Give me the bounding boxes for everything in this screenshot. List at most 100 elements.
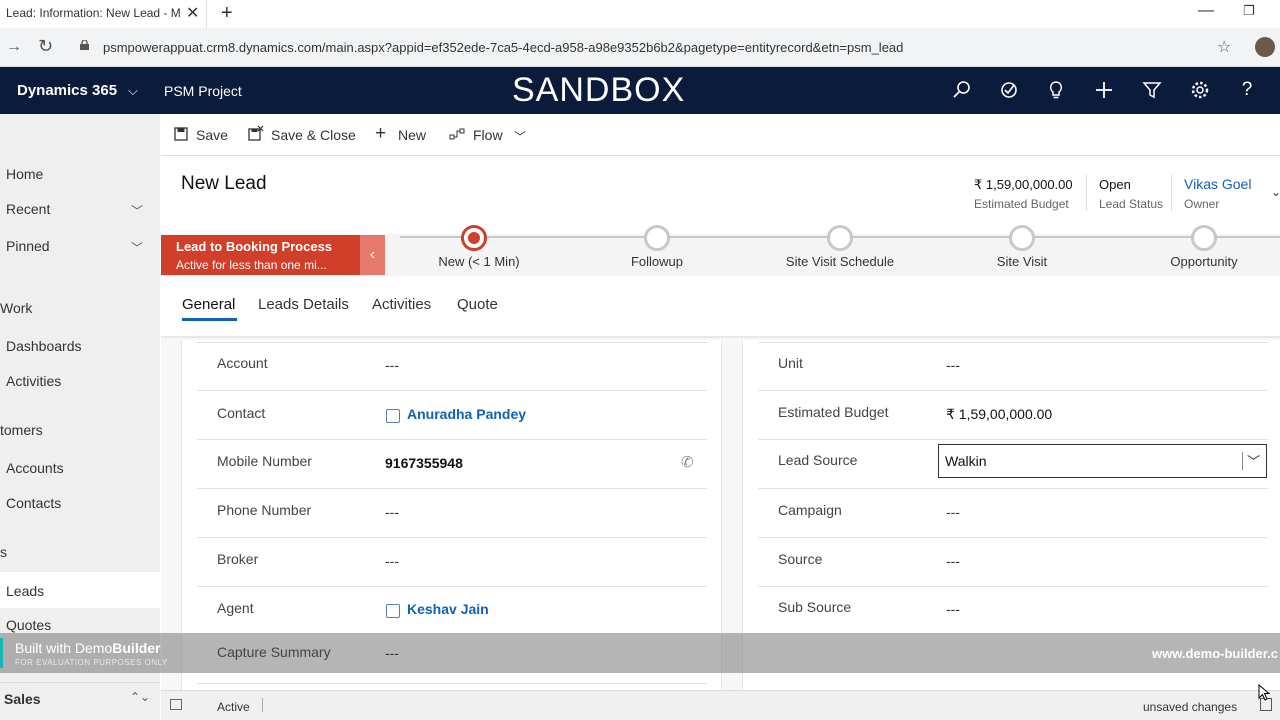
restore-window-icon[interactable]: ❐ — [1243, 3, 1255, 19]
save-icon[interactable] — [174, 127, 188, 141]
nav-item-leads[interactable]: Leads — [6, 583, 44, 599]
phone-icon[interactable]: ✆ — [681, 453, 694, 471]
row-divider — [758, 390, 1268, 391]
field-value-capture-summary[interactable]: --- — [385, 645, 399, 661]
flow-icon[interactable] — [449, 127, 466, 141]
search-icon[interactable] — [951, 79, 973, 101]
help-icon[interactable]: ? — [1236, 79, 1258, 101]
nav-item-quotes[interactable]: Quotes — [6, 617, 51, 633]
nav-item-accounts[interactable]: Accounts — [6, 460, 64, 476]
chevron-down-icon[interactable]: ⌵ — [128, 83, 138, 99]
row-divider — [758, 342, 1268, 343]
field-label-source: Source — [778, 551, 823, 567]
field-label-phone-number: Phone Number — [217, 502, 312, 518]
save-close-icon[interactable] — [248, 125, 264, 141]
bpf-process-name[interactable]: Lead to Booking Process — [176, 239, 332, 254]
filter-icon[interactable] — [1141, 79, 1163, 101]
bpf-stage-site-visit-schedule-label[interactable]: Site Visit Schedule — [750, 254, 930, 269]
bookmark-star-icon[interactable]: ☆ — [1217, 37, 1231, 57]
bpf-stage-followup-circle[interactable] — [644, 225, 670, 251]
chevron-down-icon[interactable]: ﹀ — [131, 202, 143, 219]
mouse-cursor-icon — [1258, 684, 1271, 701]
field-value-mobile-number[interactable]: 9167355948 — [385, 455, 463, 471]
new-tab-button[interactable]: + — [221, 2, 233, 25]
bpf-stage-opportunity-label[interactable]: Opportunity — [1114, 254, 1280, 269]
bpf-stage-site-visit-label[interactable]: Site Visit — [932, 254, 1112, 269]
field-value-estimated-budget[interactable]: ₹ 1,59,00,000.00 — [946, 406, 1052, 423]
bpf-stage-site-visit-circle[interactable] — [1009, 225, 1035, 251]
area-switcher-label[interactable]: Sales — [4, 691, 41, 707]
chevron-down-icon[interactable]: ﹀ — [1247, 451, 1260, 470]
field-value-broker[interactable]: --- — [385, 553, 399, 569]
url-input[interactable]: psmpowerappuat.crm8.dynamics.com/main.as… — [103, 40, 903, 55]
tab-quote[interactable]: Quote — [457, 296, 498, 313]
field-value-campaign[interactable]: --- — [946, 504, 960, 520]
bpf-stage-opportunity-circle[interactable] — [1191, 225, 1217, 251]
field-value-sub-source[interactable]: --- — [946, 601, 960, 617]
bpf-stage-site-visit-schedule-circle[interactable] — [827, 225, 853, 251]
field-label-sub-source: Sub Source — [778, 599, 852, 615]
tab-leads-details[interactable]: Leads Details — [258, 296, 349, 313]
field-label-account: Account — [217, 355, 268, 371]
browser-tab[interactable]: Lead: Information: New Lead - M ✕ — [0, 0, 207, 28]
field-value-contact-link[interactable]: Anuradha Pandey — [407, 406, 526, 422]
watermark-band — [0, 633, 1280, 673]
save-close-button[interactable]: Save & Close — [271, 127, 356, 143]
chevron-left-icon[interactable]: ‹ — [360, 235, 385, 275]
header-lead-status-value: Open — [1099, 177, 1131, 192]
field-label-agent: Agent — [217, 600, 254, 616]
flow-button[interactable]: Flow — [473, 127, 503, 143]
close-icon[interactable]: ✕ — [186, 3, 199, 23]
nav-item-contacts[interactable]: Contacts — [6, 495, 61, 511]
bpf-stage-new-label[interactable]: New (< 1 Min) — [389, 254, 569, 269]
chevron-up-down-icon[interactable]: ⌃⌄ — [130, 690, 150, 704]
profile-avatar[interactable] — [1255, 37, 1275, 57]
field-value-source[interactable]: --- — [946, 553, 960, 569]
chevron-down-icon[interactable]: ﹀ — [514, 128, 526, 145]
lead-source-selected-value[interactable]: Walkin — [945, 453, 987, 469]
settings-icon[interactable] — [1189, 79, 1211, 101]
field-label-estimated-budget: Estimated Budget — [778, 404, 889, 420]
new-button[interactable]: New — [398, 127, 426, 143]
field-value-unit[interactable]: --- — [946, 357, 960, 373]
record-title: New Lead — [181, 173, 267, 194]
plus-icon[interactable] — [1093, 79, 1115, 101]
save-button[interactable]: Save — [196, 127, 228, 143]
chevron-down-icon[interactable]: ﹀ — [131, 239, 143, 256]
header-owner-link[interactable]: Vikas Goel — [1184, 176, 1251, 192]
footer-divider — [262, 698, 263, 712]
field-value-phone-number[interactable]: --- — [385, 504, 399, 520]
nav-item-home[interactable]: Home — [6, 166, 43, 182]
nav-item-recent[interactable]: Recent — [6, 201, 50, 217]
assistant-icon[interactable] — [998, 79, 1020, 101]
field-label-lead-source: Lead Source — [778, 452, 858, 468]
brand-title[interactable]: Dynamics 365 — [17, 82, 117, 99]
nav-item-dashboards[interactable]: Dashboards — [6, 338, 82, 354]
popout-icon[interactable] — [170, 699, 182, 710]
field-label-unit: Unit — [778, 355, 803, 371]
bpf-process-duration: Active for less than one mi... — [176, 258, 327, 272]
lightbulb-icon[interactable] — [1045, 79, 1067, 101]
field-value-account[interactable]: --- — [385, 357, 399, 373]
field-label-mobile-number: Mobile Number — [217, 453, 312, 469]
field-value-agent-link[interactable]: Keshav Jain — [407, 601, 489, 617]
app-name[interactable]: PSM Project — [164, 83, 242, 99]
forward-arrow-icon[interactable]: → — [6, 38, 22, 56]
watermark-title: Built with DemoBuilder — [15, 640, 161, 656]
chevron-down-icon[interactable]: ⌄ — [1271, 185, 1280, 199]
reload-icon[interactable]: ↻ — [38, 36, 53, 57]
nav-item-pinned[interactable]: Pinned — [6, 238, 50, 254]
nav-item-activities[interactable]: Activities — [6, 373, 61, 389]
tab-general[interactable]: General — [182, 296, 235, 313]
tab-activities[interactable]: Activities — [372, 296, 431, 313]
unsaved-changes-label: unsaved changes — [1143, 700, 1238, 714]
header-divider — [1086, 175, 1087, 211]
lead-source-select[interactable] — [938, 444, 1267, 478]
watermark-accent — [0, 638, 3, 668]
bpf-stage-followup-label[interactable]: Followup — [567, 254, 747, 269]
plus-icon[interactable]: + — [375, 123, 386, 145]
row-divider — [197, 488, 707, 489]
row-divider — [197, 439, 707, 440]
nav-group-customers: tomers — [0, 422, 43, 438]
minimize-window-icon[interactable]: — — [1198, 2, 1214, 20]
